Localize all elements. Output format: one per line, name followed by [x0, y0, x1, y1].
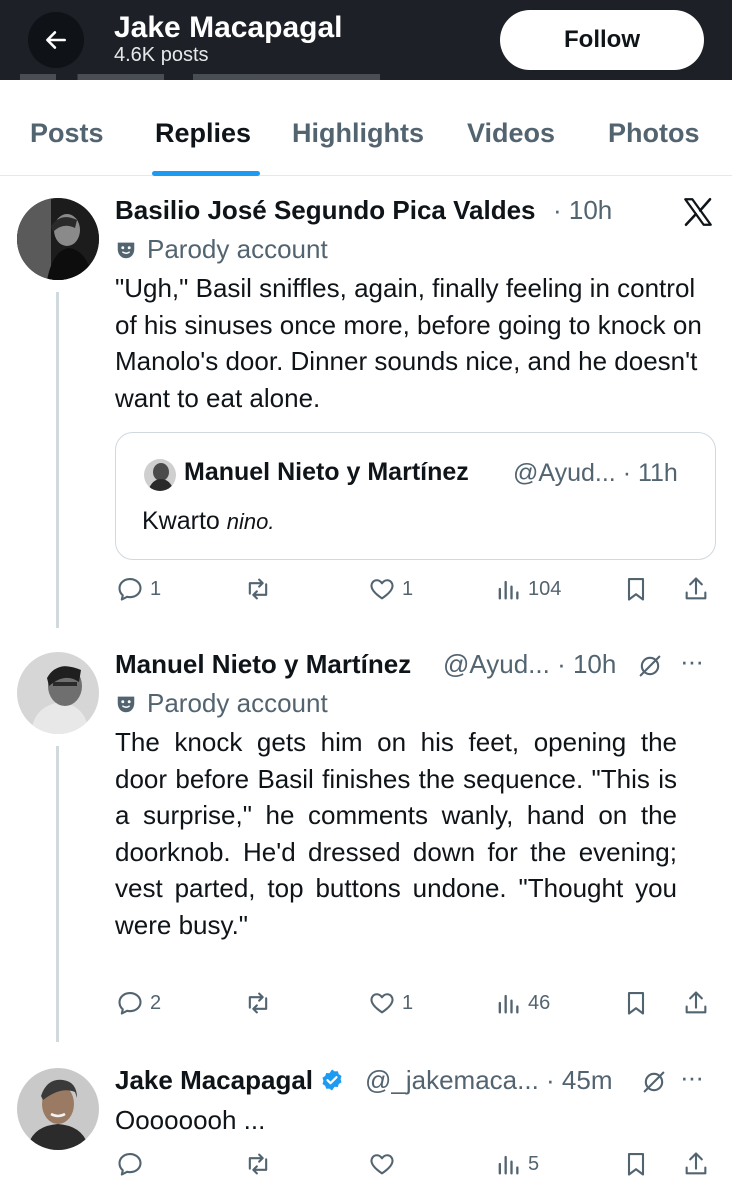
- more-options-icon[interactable]: ···: [680, 646, 704, 677]
- reply-button[interactable]: 1: [116, 575, 161, 603]
- repost-button[interactable]: [244, 989, 278, 1017]
- post-text: "Ugh," Basil sniffles, again, finally fe…: [115, 273, 702, 413]
- share-icon: [685, 577, 707, 600]
- share-button[interactable]: [682, 1150, 710, 1178]
- post-author[interactable]: Basilio José Segundo Pica Valdes: [115, 195, 536, 226]
- portrait-image: [17, 652, 99, 734]
- view-count: 104: [528, 577, 562, 600]
- reply-icon: [118, 1153, 142, 1176]
- active-tab-indicator: [152, 171, 260, 176]
- quote-author: Manuel Nieto y Martínez: [184, 458, 469, 486]
- avatar[interactable]: [17, 652, 99, 734]
- quote-meta: @Ayud... · 11h: [513, 459, 678, 487]
- portrait-image: [144, 459, 176, 491]
- view-count: 46: [528, 991, 551, 1014]
- post-text: Oooooooh ...: [115, 1105, 266, 1135]
- portrait-image: [17, 198, 99, 280]
- portrait-image: [17, 1068, 99, 1150]
- back-button[interactable]: [28, 12, 84, 68]
- reply-icon: [118, 992, 142, 1015]
- avatar[interactable]: [17, 1068, 99, 1150]
- profile-name: Jake Macapagal: [114, 11, 343, 44]
- parody-mask-icon: [117, 696, 135, 712]
- reply-count: 2: [150, 991, 162, 1014]
- follow-button[interactable]: Follow: [500, 10, 704, 70]
- quote-text: Kwarto nino.: [142, 507, 274, 536]
- tab-photos[interactable]: Photos: [608, 118, 700, 149]
- quoted-post[interactable]: Manuel Nieto y Martínez @Ayud... · 11h K…: [115, 432, 716, 560]
- like-button[interactable]: 1: [368, 989, 413, 1017]
- parody-text: Parody account: [147, 688, 328, 718]
- share-button[interactable]: [682, 575, 710, 603]
- post-timestamp[interactable]: @_jakemaca... · 45m: [365, 1065, 612, 1096]
- reply-count: 1: [150, 577, 162, 600]
- reply-icon: [118, 578, 142, 601]
- repost-icon: [248, 1153, 268, 1175]
- quote-text-italic: nino.: [226, 509, 275, 534]
- like-button[interactable]: 1: [368, 575, 413, 603]
- share-icon: [685, 991, 707, 1014]
- tab-highlights[interactable]: Highlights: [292, 118, 424, 149]
- like-button[interactable]: [368, 1150, 402, 1178]
- post-text: The knock gets him on his feet, opening …: [115, 727, 677, 940]
- repost-button[interactable]: [244, 1150, 278, 1178]
- bookmark-icon: [627, 578, 645, 601]
- bookmark-button[interactable]: [622, 989, 650, 1017]
- tab-posts[interactable]: Posts: [30, 118, 104, 149]
- heart-icon: [370, 579, 394, 600]
- parody-mask-icon: [117, 242, 135, 258]
- bookmark-icon: [627, 1153, 645, 1176]
- share-button[interactable]: [682, 989, 710, 1017]
- profile-tabs: Posts Replies Highlights Videos Photos: [0, 96, 732, 176]
- reply-button[interactable]: 2: [116, 989, 161, 1017]
- post-timestamp[interactable]: @Ayud... · 10h: [443, 649, 616, 680]
- bookmark-button[interactable]: [622, 575, 650, 603]
- views-button[interactable]: 5: [494, 1150, 539, 1178]
- avatar[interactable]: [17, 198, 99, 280]
- like-count: 1: [402, 577, 414, 600]
- tab-replies[interactable]: Replies: [155, 118, 251, 149]
- parody-label: Parody account: [115, 688, 328, 719]
- heart-icon: [370, 1154, 394, 1175]
- post-count: 4.6K posts: [114, 44, 209, 66]
- parody-text: Parody account: [147, 234, 328, 264]
- post-actions: 5: [110, 1150, 720, 1186]
- post-actions: 2 1 46: [110, 989, 720, 1025]
- thread-line: [56, 292, 59, 628]
- header-divider: [0, 80, 732, 96]
- views-button[interactable]: 104: [494, 575, 561, 603]
- post-author[interactable]: Manuel Nieto y Martínez: [115, 649, 411, 680]
- bookmark-icon: [627, 992, 645, 1015]
- repost-button[interactable]: [244, 575, 278, 603]
- repost-icon: [248, 578, 268, 600]
- analytics-icon: [498, 580, 519, 600]
- scrolled-text-remnant: [20, 74, 380, 80]
- post-timestamp[interactable]: · 10h: [553, 195, 612, 226]
- tab-videos[interactable]: Videos: [467, 118, 555, 149]
- arrow-left-icon: [46, 31, 66, 49]
- profile-header: Jake Macapagal 4.6K posts Follow: [0, 0, 732, 80]
- grok-icon[interactable]: [636, 652, 664, 680]
- analytics-icon: [498, 1155, 519, 1175]
- quote-text-main: Kwarto: [142, 507, 220, 535]
- like-count: 1: [402, 991, 414, 1014]
- post-actions: 1 1 104: [110, 575, 720, 611]
- quote-avatar: [144, 459, 176, 491]
- views-button[interactable]: 46: [494, 989, 550, 1017]
- view-count: 5: [528, 1152, 540, 1175]
- share-icon: [685, 1152, 707, 1175]
- parody-label: Parody account: [115, 234, 328, 265]
- x-logo-icon: [684, 197, 712, 227]
- repost-icon: [248, 992, 268, 1014]
- reply-button[interactable]: [116, 1150, 150, 1178]
- post-author-name: Jake Macapagal: [115, 1065, 314, 1095]
- bookmark-button[interactable]: [622, 1150, 650, 1178]
- analytics-icon: [498, 994, 519, 1014]
- post-author[interactable]: Jake Macapagal: [115, 1065, 344, 1096]
- heart-icon: [370, 993, 394, 1014]
- more-options-icon[interactable]: ···: [680, 1062, 704, 1093]
- grok-icon[interactable]: [640, 1068, 668, 1096]
- verified-badge-icon: [322, 1069, 342, 1091]
- thread-line: [56, 746, 59, 1042]
